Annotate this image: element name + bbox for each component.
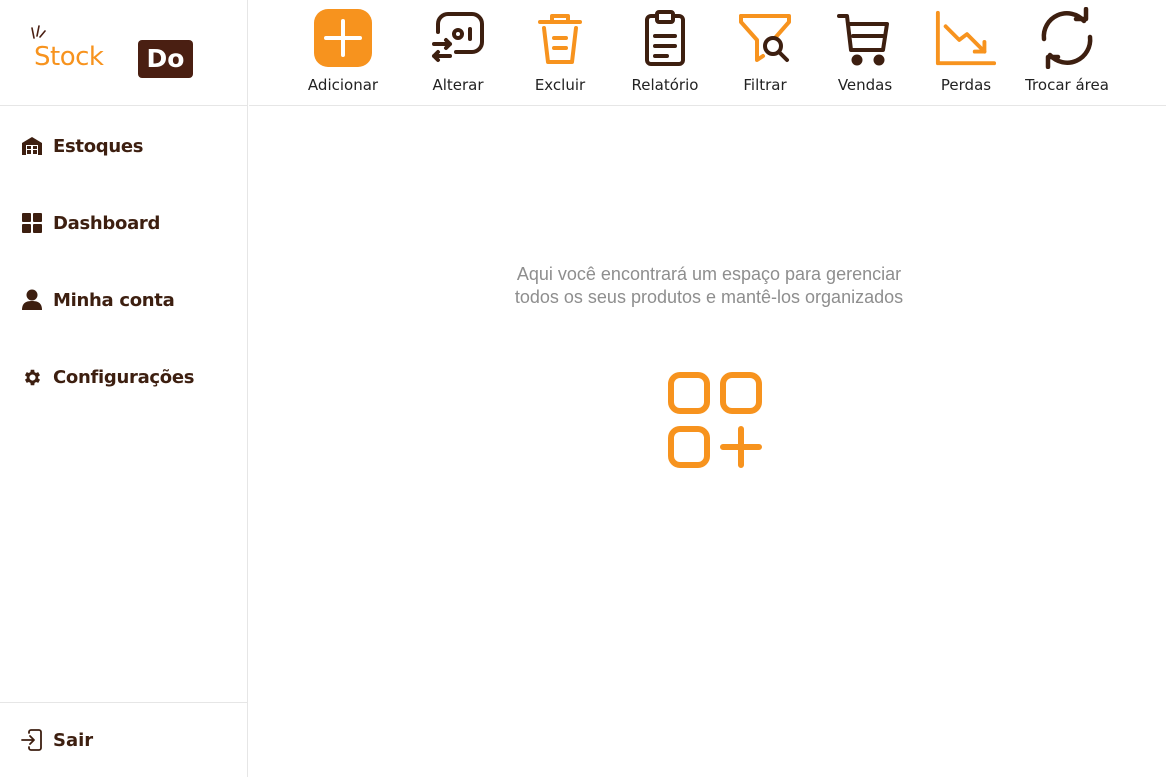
losses-label: Perdas	[940, 76, 992, 94]
sidebar-item-label: Minha conta	[53, 289, 175, 311]
apps-add-icon	[663, 369, 763, 474]
add-button[interactable]: Adicionar	[298, 6, 388, 102]
logout-icon	[20, 728, 44, 752]
trend-down-icon	[934, 6, 998, 70]
switch-area-label: Trocar área	[1025, 76, 1109, 94]
trash-icon	[528, 6, 592, 70]
gear-icon	[20, 365, 44, 389]
toolbar: Adicionar Alterar Excluir Relatório Filt…	[249, 0, 1166, 106]
sidebar-item-estoques[interactable]: Estoques	[0, 126, 247, 166]
switch-area-button[interactable]: Trocar área	[1022, 6, 1112, 102]
brand-do-text: Do	[138, 40, 193, 78]
refresh-icon	[1035, 6, 1099, 70]
delete-button[interactable]: Excluir	[515, 6, 605, 102]
sales-label: Vendas	[837, 76, 893, 94]
filter-icon	[733, 6, 797, 70]
warehouse-icon	[20, 134, 44, 158]
spark-icon	[31, 25, 46, 39]
sidebar: Stock Do Estoques Dashboard Minha conta …	[0, 0, 248, 777]
plus-icon	[311, 6, 375, 70]
sidebar-footer: Sair	[0, 702, 247, 777]
sidebar-item-configuracoes[interactable]: Configurações	[0, 357, 247, 397]
logout-button[interactable]: Sair	[20, 728, 93, 752]
clipboard-icon	[633, 6, 697, 70]
sidebar-item-label: Dashboard	[53, 212, 161, 234]
empty-state-message: Aqui você encontrará um espaço para gere…	[514, 264, 904, 307]
filter-label: Filtrar	[743, 76, 787, 94]
brand-stock-text: Stock	[34, 42, 104, 72]
edit-label: Alterar	[432, 76, 484, 94]
edit-button[interactable]: Alterar	[413, 6, 503, 102]
sidebar-item-label: Estoques	[53, 135, 144, 157]
cart-icon	[833, 6, 897, 70]
user-icon	[20, 288, 44, 312]
edit-icon	[426, 6, 490, 70]
losses-button[interactable]: Perdas	[921, 6, 1011, 102]
grid-icon	[20, 211, 44, 235]
delete-label: Excluir	[534, 76, 586, 94]
logo-area: Stock Do	[0, 0, 248, 106]
report-button[interactable]: Relatório	[620, 6, 710, 102]
sidebar-item-dashboard[interactable]: Dashboard	[0, 203, 247, 243]
report-label: Relatório	[631, 76, 699, 94]
sidebar-item-minha-conta[interactable]: Minha conta	[0, 280, 247, 320]
filter-button[interactable]: Filtrar	[720, 6, 810, 102]
sales-button[interactable]: Vendas	[820, 6, 910, 102]
add-label: Adicionar	[307, 76, 379, 94]
main-content: Aqui você encontrará um espaço para gere…	[249, 107, 1166, 777]
logout-label: Sair	[53, 729, 94, 751]
sidebar-item-label: Configurações	[53, 366, 195, 388]
